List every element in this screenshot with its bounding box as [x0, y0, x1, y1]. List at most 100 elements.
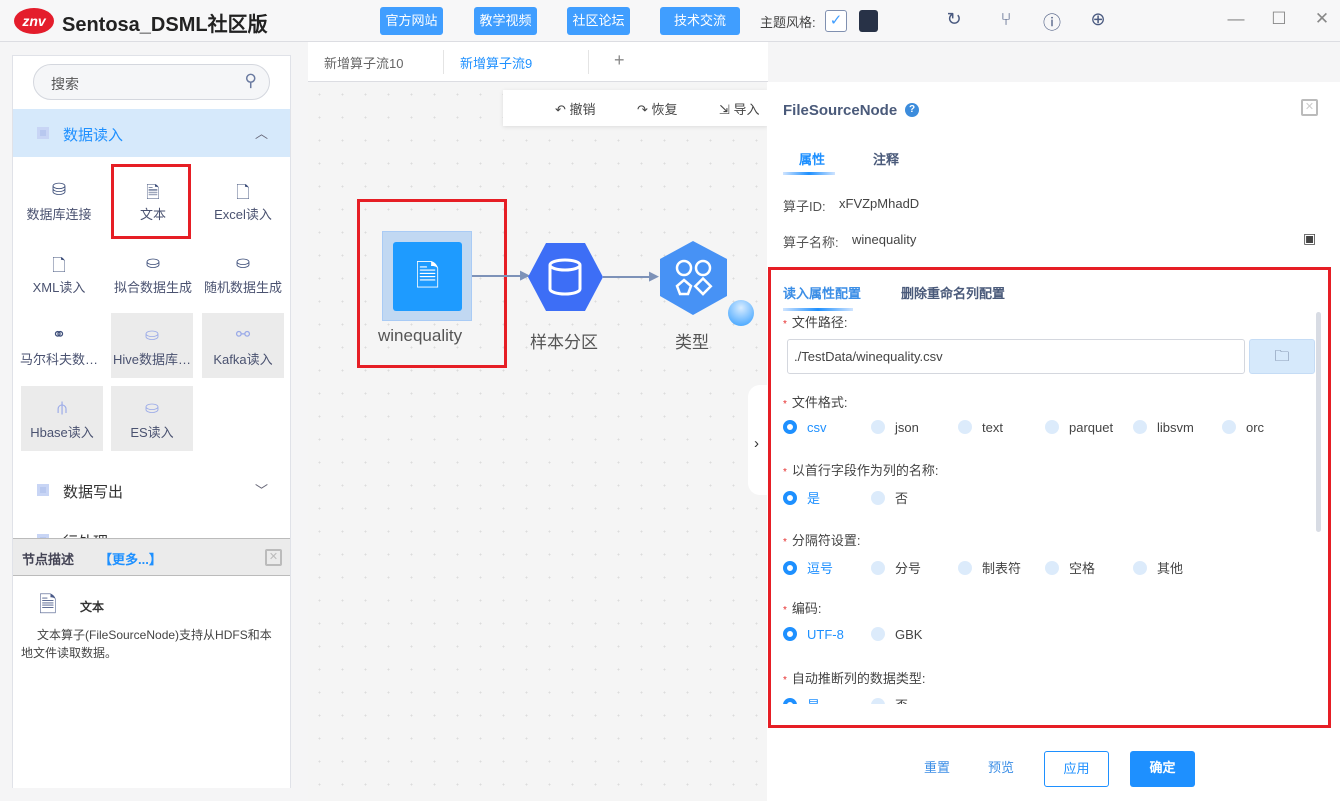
infer-radio[interactable]: 否 [871, 695, 908, 704]
item-db-connect[interactable]: ⛁ 数据库连接 [15, 168, 103, 236]
search-icon[interactable]: ⚲ [245, 71, 257, 91]
scrollbar[interactable] [1316, 312, 1321, 532]
fit-data-icon: ⛀ [145, 253, 161, 272]
infer-radio[interactable]: 是 [783, 695, 820, 704]
infer-type-label: 自动推断列的数据类型: [791, 671, 926, 686]
name-value: winequality [852, 232, 917, 247]
name-label: 算子名称: [783, 235, 839, 250]
community-forum-button[interactable]: 社区论坛 [567, 7, 630, 35]
separator-radio[interactable]: 逗号 [783, 558, 833, 577]
logo: znv [14, 8, 54, 34]
format-radio[interactable]: csv [783, 420, 827, 435]
tab-flow-10[interactable]: 新增算子流10 [324, 53, 403, 72]
redo-button[interactable]: ↷ 恢复 [637, 99, 678, 118]
theme-label: 主题风格: [760, 15, 816, 30]
node-label: 类型 [675, 333, 709, 352]
branch-icon[interactable]: ⑂ [994, 9, 1018, 30]
separator-radio[interactable]: 其他 [1133, 558, 1183, 577]
more-link[interactable]: 【更多...】 [99, 549, 162, 568]
tutorial-video-button[interactable]: 教学视频 [474, 7, 537, 35]
kafka-icon: ⚯ [235, 325, 251, 344]
node-type[interactable] [660, 241, 727, 315]
undo-button[interactable]: ↶ 撤销 [555, 99, 596, 118]
ok-button[interactable]: 确定 [1130, 751, 1195, 787]
close-icon[interactable]: ✕ [1310, 9, 1334, 29]
folder-icon: 🗀 [1274, 348, 1290, 365]
format-label: 文件格式: [791, 395, 848, 410]
reset-button[interactable]: 重置 [912, 751, 962, 787]
official-site-button[interactable]: 官方网站 [380, 7, 443, 35]
item-excel[interactable]: 🗋 Excel读入 [199, 168, 287, 236]
separator-radio[interactable]: 分号 [871, 558, 921, 577]
edit-name-icon[interactable]: ▣ [1303, 230, 1316, 247]
text-file-icon: 🗎 [39, 592, 57, 617]
file-path-input[interactable]: ./TestData/winequality.csv [787, 339, 1245, 374]
encoding-radio[interactable]: UTF-8 [783, 627, 844, 642]
encoding-radio[interactable]: GBK [871, 627, 922, 642]
preview-button[interactable]: 预览 [976, 751, 1026, 787]
item-es[interactable]: ⛀ ES读入 [111, 386, 193, 451]
format-radio[interactable]: libsvm [1133, 420, 1194, 435]
theme-light-checkbox[interactable]: ✓ [825, 10, 847, 32]
node-partition[interactable] [528, 243, 603, 311]
tab-flow-9[interactable]: 新增算子流9 [460, 53, 532, 72]
item-kafka[interactable]: ⚯ Kafka读入 [202, 313, 284, 378]
apply-button[interactable]: 应用 [1044, 751, 1109, 787]
tab-comments[interactable]: 注释 [873, 149, 899, 168]
format-radio[interactable]: json [871, 420, 919, 435]
format-radio[interactable]: parquet [1045, 420, 1113, 435]
item-markov[interactable]: ⚭ 马尔科夫数… [15, 313, 103, 381]
highlight-box [768, 267, 1331, 728]
item-fit-data[interactable]: ⛀ 拟合数据生成 [109, 241, 197, 309]
undo-icon: ↶ [555, 102, 570, 117]
close-panel-icon[interactable]: ✕ [1301, 99, 1318, 116]
tech-exchange-button[interactable]: 技术交流 [660, 7, 740, 35]
item-hbase[interactable]: ⫛ Hbase读入 [21, 386, 103, 451]
id-label: 算子ID: [783, 199, 826, 214]
header-label: 以首行字段作为列的名称: [791, 463, 939, 478]
browse-folder-button[interactable]: 🗀 [1249, 339, 1315, 374]
node-label: winequality [378, 326, 463, 345]
panel-title: FileSourceNode [783, 102, 898, 119]
help-icon[interactable]: ? [905, 103, 919, 117]
flow-canvas[interactable]: 🗎 winequality ▶ 样本分区 ▶ 类型 › [308, 83, 768, 801]
format-radio[interactable]: text [958, 420, 1003, 435]
format-radio[interactable]: orc [1222, 420, 1264, 435]
maximize-icon[interactable]: ☐ [1267, 9, 1291, 29]
markov-icon: ⚭ [51, 325, 67, 344]
header-radio[interactable]: 是 [783, 488, 820, 507]
separator-radio[interactable]: 空格 [1045, 558, 1095, 577]
import-button[interactable]: ⇲ 导入 [719, 99, 760, 118]
id-value: xFVZpMhadD [839, 196, 920, 211]
desc-text: 文本算子(FileSourceNode)支持从HDFS和本地文件读取数据。 [21, 628, 272, 660]
help-icon[interactable]: ⓘ [1040, 9, 1064, 35]
node-winequality[interactable]: 🗎 [382, 231, 472, 321]
search-input[interactable]: 搜索 ⚲ [33, 64, 270, 100]
item-xml[interactable]: 🗋 XML读入 [15, 241, 103, 309]
node-label: 样本分区 [530, 333, 598, 352]
header-radio[interactable]: 否 [871, 488, 908, 507]
theme-dark-swatch[interactable] [859, 10, 878, 32]
tab-properties[interactable]: 属性 [799, 149, 825, 168]
subtab-read-config[interactable]: 读入属性配置 [783, 283, 861, 302]
properties-panel: FileSourceNode ? ✕ 属性 注释 算子ID: xFVZpMhad… [767, 82, 1340, 801]
title-bar: znv Sentosa_DSML社区版 官方网站 教学视频 社区论坛 技术交流 … [0, 0, 1340, 42]
excel-file-icon: 🗋 [236, 183, 250, 202]
separator-radio[interactable]: 制表符 [958, 558, 1021, 577]
minimize-icon[interactable]: — [1224, 9, 1248, 29]
refresh-icon[interactable]: ↻ [942, 9, 966, 30]
es-icon: ⛀ [144, 398, 160, 417]
globe-icon[interactable]: ⊕ [1086, 9, 1110, 30]
desc-node-name: 文本 [80, 600, 105, 614]
add-tab-button[interactable]: + [614, 50, 625, 71]
category-data-output[interactable]: 数据写出 ﹀ [13, 466, 290, 514]
collapse-panel-toggle[interactable]: › [748, 385, 768, 495]
subtab-rename-config[interactable]: 删除重命名列配置 [901, 283, 1005, 302]
item-hive[interactable]: ⛀ Hive数据库… [111, 313, 193, 378]
search-placeholder: 搜索 [51, 76, 79, 92]
chevron-up-icon: ︿ [254, 126, 268, 141]
close-desc-icon[interactable]: ✕ [265, 549, 282, 566]
item-random-data[interactable]: ⛀ 随机数据生成 [199, 241, 287, 309]
separator-label: 分隔符设置: [791, 533, 861, 548]
category-data-input[interactable]: 数据读入 ︿ [13, 109, 290, 157]
